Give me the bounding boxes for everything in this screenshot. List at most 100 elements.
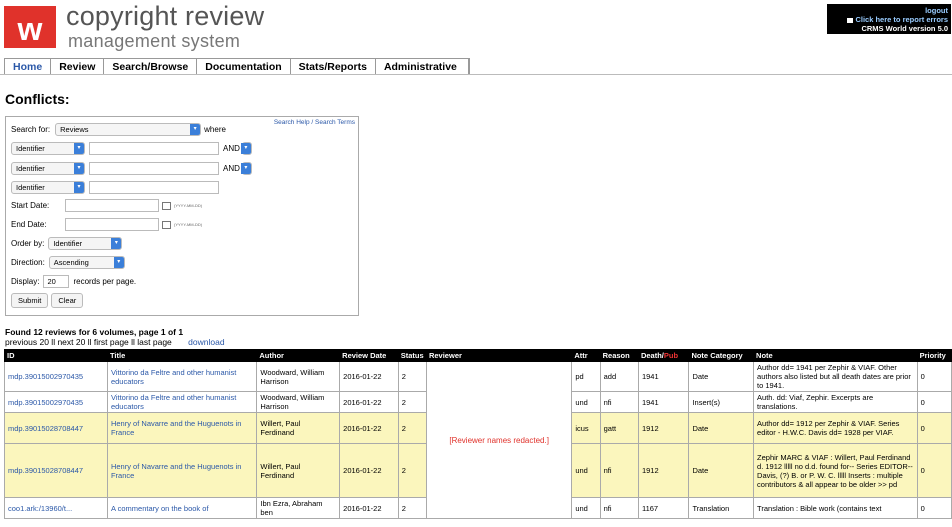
col-reviewer[interactable]: Reviewer bbox=[425, 349, 573, 362]
col-title[interactable]: Title bbox=[106, 349, 258, 362]
end-date-input[interactable] bbox=[65, 218, 159, 231]
per-page-label: records per page. bbox=[73, 277, 137, 286]
reason-cell: add bbox=[599, 361, 639, 392]
date-format-hint: (YYYY-MM-DD) bbox=[174, 203, 203, 208]
and-select-1[interactable]: ▾ bbox=[240, 142, 252, 155]
field-value-1: Identifier bbox=[16, 144, 45, 153]
tab-stats-reports[interactable]: Stats/Reports bbox=[290, 59, 376, 75]
and-select-2[interactable]: ▾ bbox=[240, 162, 252, 175]
chevron-down-icon: ▾ bbox=[240, 143, 251, 154]
results-table: ID Title Author Review Date Status Revie… bbox=[4, 349, 952, 519]
id-cell[interactable]: mdp.39015002970435 bbox=[4, 361, 108, 392]
field-select-1[interactable]: Identifier ▾ bbox=[11, 142, 85, 155]
nav-divider bbox=[0, 74, 952, 75]
status-cell: 2 bbox=[397, 443, 427, 498]
author-cell: Woodward, William Harrison bbox=[256, 391, 341, 413]
note-cell: Author dd= 1912 per Zephir & VIAF. Serie… bbox=[753, 412, 918, 444]
author-cell: Woodward, William Harrison bbox=[256, 361, 341, 392]
col-priority[interactable]: Priority bbox=[916, 349, 952, 362]
title-cell[interactable]: A commentary on the book of bbox=[106, 497, 258, 519]
note-category-cell: Date bbox=[688, 443, 755, 498]
end-date-label: End Date: bbox=[11, 220, 47, 229]
pager-links[interactable]: previous 20 ll next 20 ll first page ll … bbox=[5, 337, 172, 347]
priority-cell: 0 bbox=[916, 412, 952, 444]
tab-administrative[interactable]: Administrative bbox=[375, 59, 469, 75]
and-label-2: AND bbox=[223, 164, 240, 173]
id-cell[interactable]: mdp.39015028708447 bbox=[4, 443, 108, 498]
col-review-date[interactable]: Review Date bbox=[339, 349, 399, 362]
title-cell[interactable]: Vittorino da Feltre and other humanist e… bbox=[106, 391, 258, 413]
display-label: Display: bbox=[11, 277, 40, 286]
reason-cell: gatt bbox=[599, 412, 639, 444]
display-count-input[interactable]: 20 bbox=[43, 275, 70, 288]
id-cell[interactable]: coo1.ark:/13960/t... bbox=[4, 497, 108, 519]
status-cell: 2 bbox=[397, 391, 427, 413]
field-select-2[interactable]: Identifier ▾ bbox=[11, 162, 85, 175]
direction-select[interactable]: Ascending ▾ bbox=[48, 256, 125, 269]
review-date-cell: 2016-01-22 bbox=[339, 497, 399, 519]
and-label-1: AND bbox=[223, 144, 240, 153]
field-select-3[interactable]: Identifier ▾ bbox=[11, 181, 85, 194]
calendar-icon[interactable] bbox=[162, 220, 171, 229]
tab-documentation[interactable]: Documentation bbox=[197, 59, 291, 75]
tab-review[interactable]: Review bbox=[51, 59, 105, 75]
id-cell[interactable]: mdp.39015002970435 bbox=[4, 391, 108, 413]
search-for-label: Search for: bbox=[11, 125, 51, 134]
title-cell[interactable]: Henry of Navarre and the Huguenots in Fr… bbox=[106, 412, 258, 444]
start-date-label: Start Date: bbox=[11, 201, 50, 210]
attr-cell: und bbox=[571, 443, 601, 498]
col-status[interactable]: Status bbox=[397, 349, 427, 362]
search-term-input-1[interactable] bbox=[89, 142, 219, 155]
field-value-3: Identifier bbox=[16, 183, 45, 192]
search-help-link[interactable]: Search Help / Search Terms bbox=[274, 119, 355, 126]
search-term-input-2[interactable] bbox=[89, 162, 219, 175]
table-header: ID Title Author Review Date Status Revie… bbox=[4, 349, 952, 362]
search-term-input-3[interactable] bbox=[89, 181, 219, 194]
report-errors-label: Click here to report errors bbox=[855, 15, 948, 24]
main-nav: Home Review Search/Browse Documentation … bbox=[4, 58, 470, 75]
title-cell[interactable]: Henry of Navarre and the Huguenots in Fr… bbox=[106, 443, 258, 498]
tab-home[interactable]: Home bbox=[5, 59, 52, 75]
logout-link[interactable]: logout bbox=[830, 6, 948, 15]
pagination: previous 20 ll next 20 ll first page ll … bbox=[5, 337, 225, 347]
start-date-input[interactable] bbox=[65, 199, 159, 212]
note-category-cell: Date bbox=[688, 361, 755, 392]
user-panel: logout Click here to report errors CRMS … bbox=[827, 4, 951, 34]
order-by-label: Order by: bbox=[11, 239, 45, 248]
priority-cell: 0 bbox=[916, 497, 952, 519]
order-by-select[interactable]: Identifier ▾ bbox=[48, 237, 123, 250]
id-cell[interactable]: mdp.39015028708447 bbox=[4, 412, 108, 444]
attr-cell: und bbox=[571, 497, 601, 519]
order-by-value: Identifier bbox=[53, 239, 83, 248]
report-errors-link[interactable]: Click here to report errors bbox=[830, 15, 948, 24]
death-cell: 1941 bbox=[637, 391, 690, 413]
col-id[interactable]: ID bbox=[4, 349, 108, 362]
search-for-select[interactable]: Reviews ▾ bbox=[55, 123, 202, 136]
download-link[interactable]: download bbox=[188, 337, 224, 347]
where-label: where bbox=[204, 125, 226, 134]
col-note-category[interactable]: Note Category bbox=[688, 349, 755, 362]
priority-cell: 0 bbox=[916, 391, 952, 413]
col-death-pub[interactable]: Death/Pub bbox=[637, 349, 690, 362]
col-author[interactable]: Author bbox=[256, 349, 341, 362]
results-summary: Found 12 reviews for 6 volumes, page 1 o… bbox=[5, 327, 184, 337]
chevron-down-icon: ▾ bbox=[74, 163, 84, 174]
author-cell: Willert, Paul Ferdinand bbox=[256, 412, 341, 444]
reason-cell: nfi bbox=[599, 497, 639, 519]
tab-search-browse[interactable]: Search/Browse bbox=[104, 59, 198, 75]
chevron-down-icon: ▾ bbox=[111, 238, 122, 249]
reason-cell: nfi bbox=[599, 443, 639, 498]
clear-button[interactable]: Clear bbox=[51, 293, 84, 308]
col-note[interactable]: Note bbox=[753, 349, 918, 362]
review-date-cell: 2016-01-22 bbox=[339, 412, 399, 444]
note-cell: Author dd= 1941 per Zephir & VIAF. Other… bbox=[753, 361, 918, 392]
col-attr[interactable]: Attr bbox=[571, 349, 601, 362]
col-reason[interactable]: Reason bbox=[599, 349, 639, 362]
reviewer-redacted-cell: [Reviewer names redacted.] bbox=[425, 361, 573, 519]
direction-value: Ascending bbox=[53, 258, 89, 267]
flag-icon bbox=[847, 17, 854, 23]
title-cell[interactable]: Vittorino da Feltre and other humanist e… bbox=[106, 361, 258, 392]
submit-button[interactable]: Submit bbox=[11, 293, 49, 308]
calendar-icon[interactable] bbox=[162, 201, 171, 210]
chevron-down-icon: ▾ bbox=[74, 182, 84, 193]
